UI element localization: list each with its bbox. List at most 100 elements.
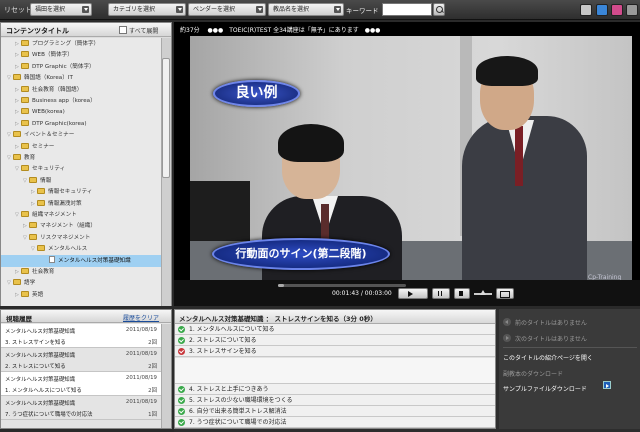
tree-folder[interactable]: ▷ Business app（korea） [1,95,161,107]
reset-link[interactable]: リセット [4,5,32,15]
history-row[interactable]: メンタルヘルス対策基礎知識 2011/08/19 3. ストレスサインを知る 2… [1,324,161,348]
tree-folder[interactable]: ▷ マネジメント（組織） [1,220,161,232]
folder-icon [21,142,29,149]
tree-item-label: 韓国語（Korea）IT [24,75,73,82]
tree-folder[interactable]: ▽ 語学 [1,277,161,289]
history-row[interactable]: メンタルヘルス対策基礎知識 2011/08/19 2. ストレスについて知る 2… [1,348,161,372]
history-scrollbar[interactable] [161,324,171,428]
help-icon[interactable] [611,4,623,16]
play-button[interactable] [398,288,428,299]
tree-item-label: 情報セキュリティ [48,189,93,196]
history-row[interactable]: メンタルヘルス対策基礎知識 2011/08/19 1. メンタルヘルスについて知… [1,372,161,396]
folder-icon [29,233,37,240]
tree-item-label: 語学 [24,280,36,287]
bottom-area: メンタルヘルス対策基礎知識 ： ストレスサインを知る（3分 0秒） 1. メンタ… [174,309,640,432]
video-screen[interactable]: 良い例 行動面のサイン(第二段階) Cp-Training [190,36,632,298]
tree-folder[interactable]: ▽ 情報 [1,175,161,187]
clear-history-link[interactable]: 履歴をクリア [123,313,159,322]
tree-folder[interactable]: ▷ 情報漏洩対策 [1,198,161,210]
chapter-panel: メンタルヘルス対策基礎知識 ： ストレスサインを知る（3分 0秒） 1. メンタ… [174,309,496,429]
home-icon[interactable] [580,4,592,16]
restart-button[interactable] [432,288,450,299]
history-count: 2回 [148,388,157,394]
vendor-dropdown[interactable]: ベンダーを選択 [188,3,266,16]
tree-folder[interactable]: ▽ 組織マネジメント [1,209,161,221]
tree-item-selected[interactable]: メンタルヘルス対策基礎知識 [1,254,161,267]
folder-icon [37,245,45,252]
tree-item-label: メンタルヘルス対策基礎知識 [58,257,131,264]
close-icon[interactable] [626,4,638,16]
volume-button[interactable] [454,288,470,299]
history-chapter: 7. うつ症状について職場での対応法 [5,412,93,418]
tree-folder[interactable]: ▷ 社会教育（韓国語） [1,84,161,96]
tree-folder[interactable]: ▽ 教育 [1,152,161,164]
fullscreen-button[interactable] [496,288,514,299]
chapter-item[interactable]: 4. ストレスと上手につきあう [175,384,495,395]
product-dropdown[interactable]: 教品名を選択 [268,3,344,16]
tree-folder[interactable]: ▷ プログラミング（簡体字） [1,38,161,50]
dropdown-label: ベンダーを選択 [193,6,236,13]
dropdown-label: カテゴリを選択 [113,6,156,13]
chapter-item[interactable]: 6. 自分で出来る簡単ストレス解消法 [175,406,495,417]
seek-progress [278,284,285,287]
history-row[interactable]: メンタルヘルス対策基礎知識 2011/08/19 7. うつ症状について職場での… [1,396,161,420]
category-dropdown[interactable]: カテゴリを選択 [108,3,186,16]
folder-icon [21,62,29,69]
tree-folder[interactable]: ▷ 情報セキュリティ [1,186,161,198]
chapter-label: 3. ストレスサインを知る [189,348,257,355]
tree-folder[interactable]: ▷ 社会教育 [1,266,161,278]
tree-folder[interactable]: ▷ DTP Graphic（簡体字） [1,61,161,73]
chapter-item[interactable]: 2. ストレスについて知る [175,335,495,346]
material-download-link[interactable]: 副教本のダウンロード [503,369,637,378]
intro-page-link[interactable]: このタイトルの紹介ページを開く [503,353,637,362]
tree-folder[interactable]: ▽ セキュリティ [1,163,161,175]
tree-folder[interactable]: ▽ メンタルヘルス [1,243,161,255]
chapter-item[interactable]: 1. メンタルヘルスについて知る [175,324,495,335]
tree-folder[interactable]: ▽ リスクマネジメント [1,232,161,244]
tree-folder[interactable]: ▷ 英語 [1,289,161,301]
chapter-label: 2. ストレスについて知る [189,337,257,344]
chapter-item[interactable]: 7. うつ症状について職場での対応法 [175,417,495,428]
chapter-item[interactable]: 5. ストレスの少ない職場環境をつくる [175,395,495,406]
tree-header: コンテンツタイトル すべて展開 [1,23,171,37]
tree-item-label: セミナー [32,143,55,150]
chapter-item-current[interactable]: 3. ストレスサインを知る [175,346,495,357]
history-title-text: メンタルヘルス対策基礎知識 [5,329,76,335]
tree-item-label: セキュリティ [32,166,66,173]
tree-folder[interactable]: ▽ 韓国語（Korea）IT [1,72,161,84]
search-button[interactable] [433,3,445,16]
tree-folder[interactable]: ▽ イベント＆セミナー [1,129,161,141]
keyword-label: キーワード [346,7,379,15]
content-tree-panel: コンテンツタイトル すべて展開 ▷ プログラミング（簡体字） ▷ WEB（簡体字） ▷ D… [0,22,172,306]
next-title-link[interactable]: 次のタイトルはありません [503,334,637,343]
sample-download-link[interactable]: サンプルファイルダウンロード [503,384,637,393]
tree-item-label: WEB(korea) [32,109,65,116]
prev-title-link[interactable]: 前のタイトルはありません [503,318,637,327]
tree-scroll-thumb[interactable] [162,58,170,178]
folder-icon [21,268,29,274]
tree-item-label: 情報漏洩対策 [48,200,82,207]
tree-folder[interactable]: ▷ セミナー [1,141,161,153]
info-icon[interactable] [596,4,608,16]
folder-icon [21,211,29,217]
seek-bar[interactable] [278,284,406,287]
tree-title: コンテンツタイトル [6,27,69,35]
chapter-label: 7. うつ症状について職場での対応法 [189,419,287,426]
chapter-label: 5. ストレスの少ない職場環境をつくる [189,397,293,404]
tree-folder[interactable]: ▷ DTP Graphic(korea) [1,118,161,130]
check-icon [178,326,185,333]
download-arrow-icon[interactable] [603,381,611,389]
tree-item-label: プログラミング（簡体字） [32,41,100,47]
chevron-down-icon [334,6,341,13]
volume-knob[interactable] [480,290,486,295]
tree-item-label: 英語 [32,291,44,298]
category1-dropdown[interactable]: 福田を選択 [30,3,92,16]
chevron-down-icon [82,6,89,13]
tree-item-label: 社会教育 [32,269,55,275]
history-date: 2011/08/19 [125,375,157,381]
tree-folder[interactable]: ▷ WEB(korea) [1,106,161,118]
tree-folder[interactable]: ▷ WEB（簡体字） [1,49,161,61]
keyword-input[interactable] [382,3,432,16]
expand-all-toggle[interactable]: すべて展開 [119,26,158,35]
tree-item-label: 教育 [24,155,36,161]
